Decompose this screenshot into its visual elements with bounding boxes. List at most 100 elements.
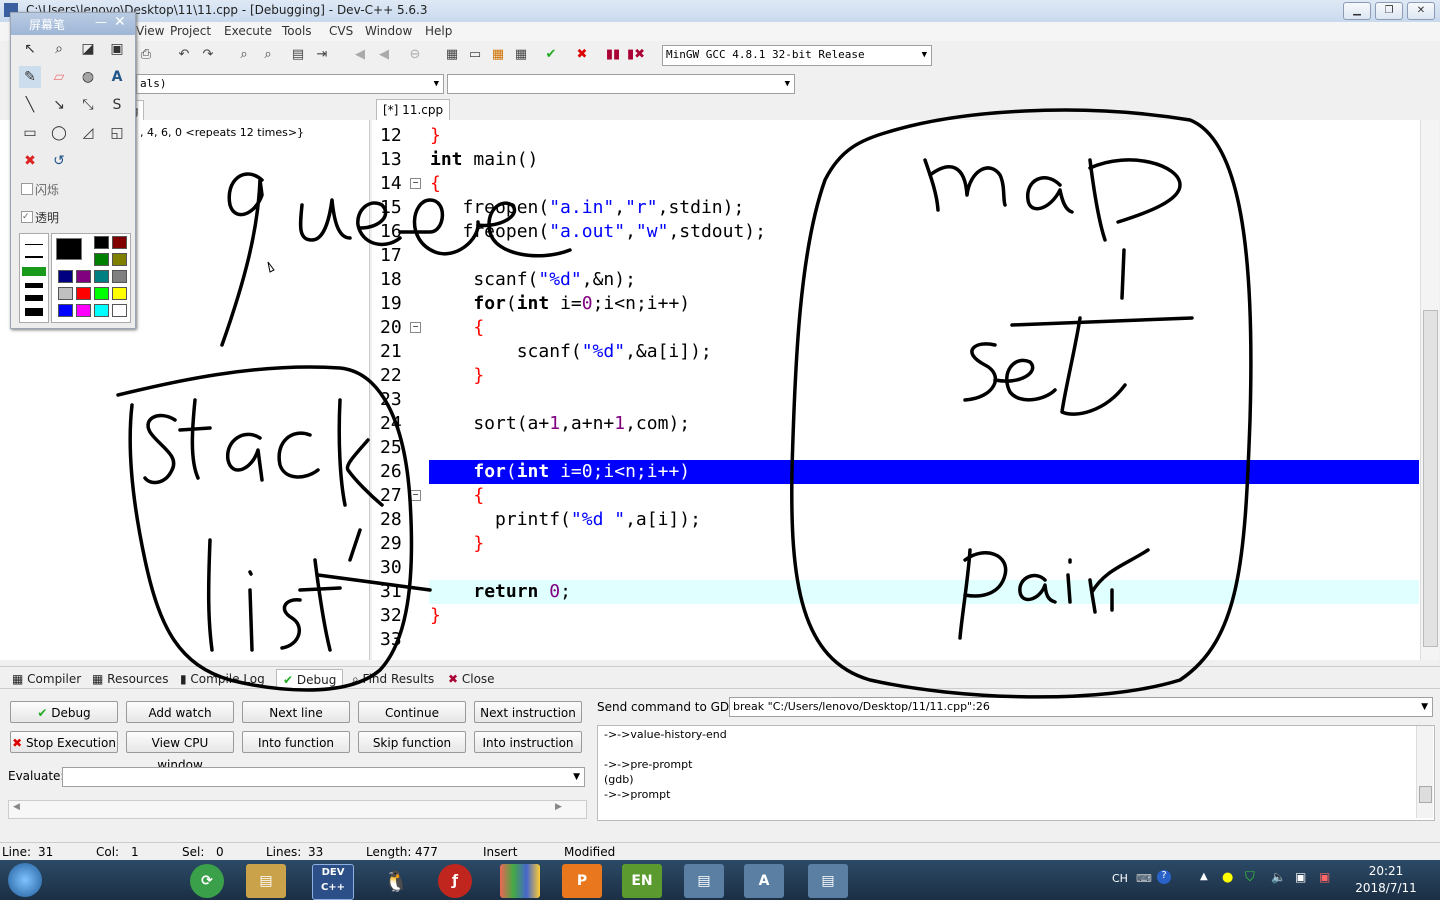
color-swatch[interactable] (58, 304, 73, 317)
qq-app-icon[interactable]: 🐧 (376, 864, 416, 898)
flash-app-icon[interactable]: ƒ (438, 864, 472, 898)
color-swatch[interactable] (94, 287, 109, 300)
color-swatch[interactable] (112, 236, 127, 249)
undo-draw-icon[interactable]: ↺ (48, 150, 70, 172)
color-picker[interactable] (51, 233, 131, 323)
color-swatch[interactable] (112, 270, 127, 283)
undo-icon[interactable]: ↶ (174, 45, 194, 65)
menu-window[interactable]: Window (365, 24, 412, 38)
debug-button[interactable]: ✔ Debug (10, 701, 118, 723)
office-app-icon[interactable] (500, 864, 540, 898)
close-window-button[interactable]: ✕ (1407, 2, 1435, 20)
grid-icon[interactable]: ▦ (511, 45, 531, 65)
goto-icon[interactable]: ⇥ (312, 45, 332, 65)
tray-expand-icon[interactable]: ▲ (1200, 871, 1208, 882)
evaluate-scrollbar[interactable]: ◀ ▶ (8, 800, 587, 819)
network-icon[interactable]: ▣ (1295, 870, 1306, 884)
profile-icon[interactable]: ▮▮ (603, 45, 623, 65)
new-project-icon[interactable]: ▦ (442, 45, 462, 65)
member-select[interactable]: ▼ (447, 74, 795, 94)
color-swatch[interactable] (112, 287, 127, 300)
shape-tool-icon[interactable]: ◱ (106, 122, 128, 144)
clock-date[interactable]: 2018/7/11 (1342, 881, 1430, 895)
delete-profile-icon[interactable]: ▮✖ (626, 45, 646, 65)
view-cpu-window-button[interactable]: View CPU window (126, 731, 234, 772)
into-function-button[interactable]: Into function (242, 731, 350, 753)
tab-file[interactable]: [*] 11.cpp (376, 99, 451, 121)
explorer-app-icon[interactable]: ▤ (246, 864, 286, 898)
text-tool-icon[interactable]: A (106, 66, 128, 88)
color-swatch[interactable] (76, 270, 91, 283)
input-language[interactable]: CH (1112, 872, 1128, 885)
fold-marker-icon[interactable]: − (410, 178, 421, 189)
print-icon[interactable]: ⎙ (136, 45, 156, 65)
volume-icon[interactable]: 🔈 (1271, 870, 1286, 884)
color-swatch[interactable] (76, 287, 91, 300)
menu-project[interactable]: Project (170, 24, 211, 38)
toggle-comment-icon[interactable]: ⊖ (405, 45, 425, 65)
close-icon[interactable]: ✕ (114, 14, 126, 30)
menu-cvs[interactable]: CVS (329, 24, 353, 38)
rectangle-tool-icon[interactable]: ▭ (19, 122, 41, 144)
color-swatch[interactable] (112, 253, 127, 266)
fold-marker-icon[interactable]: − (410, 490, 421, 501)
indent-right-icon[interactable]: ◀ (374, 45, 394, 65)
curve-tool-icon[interactable]: S (106, 94, 128, 116)
minimize-icon[interactable]: — (95, 15, 107, 29)
text-app-icon[interactable]: A (744, 864, 784, 898)
powerpoint-app-icon[interactable]: P (562, 864, 602, 898)
start-button[interactable] (8, 863, 42, 897)
ellipse-tool-icon[interactable]: ◯ (48, 122, 70, 144)
arrow-tool-icon[interactable]: ↘ (48, 94, 70, 116)
gdb-output[interactable]: ->->value-history-end ->->pre-prompt (gd… (597, 725, 1435, 821)
menu-view[interactable]: View (136, 24, 164, 38)
into-instruction-button[interactable]: Into instruction (474, 731, 582, 753)
clear-icon[interactable]: ✖ (19, 150, 41, 172)
goto-line-icon[interactable]: ▤ (288, 45, 308, 65)
menu-help[interactable]: Help (425, 24, 452, 38)
check-syntax-icon[interactable]: ✔ (541, 45, 561, 65)
transparent-checkbox[interactable]: ✓ (21, 211, 33, 223)
power-icon[interactable]: ▣ (1319, 870, 1330, 884)
add-watch-button[interactable]: Add watch (126, 701, 234, 723)
blink-checkbox[interactable] (21, 183, 33, 195)
color-swatch[interactable] (58, 287, 73, 300)
color-swatch[interactable] (58, 270, 73, 283)
menu-execute[interactable]: Execute (224, 24, 272, 38)
color-swatch[interactable] (112, 304, 127, 317)
gdb-command-input[interactable]: break "C:/Users/lenovo/Desktop/11/11.cpp… (729, 697, 1433, 717)
output-scrollbar[interactable] (1416, 726, 1433, 818)
continue-button[interactable]: Continue (358, 701, 466, 723)
scroll-thumb[interactable] (1419, 786, 1432, 803)
menu-tools[interactable]: Tools (282, 24, 312, 38)
double-arrow-tool-icon[interactable]: ⤡ (77, 94, 99, 116)
pen-icon[interactable]: ✎ (19, 66, 41, 88)
class-select[interactable]: als) ▼ (136, 74, 444, 94)
fill-icon[interactable]: ◍ (77, 66, 99, 88)
editor-scrollbar[interactable] (1420, 120, 1439, 660)
zoom-icon[interactable]: ⌕ (48, 38, 70, 60)
line-tool-icon[interactable]: ╲ (19, 94, 41, 116)
indent-left-icon[interactable]: ◀ (350, 45, 370, 65)
color-swatch[interactable] (94, 304, 109, 317)
window-icon[interactable]: ▭ (465, 45, 485, 65)
devcpp-app-icon[interactable]: DEV C++ (312, 864, 354, 900)
redo-icon[interactable]: ↷ (198, 45, 218, 65)
fold-marker-icon[interactable]: − (410, 322, 421, 333)
tab-resources[interactable]: ▦ Resources (86, 669, 174, 689)
class-browser-icon[interactable]: ▦ (488, 45, 508, 65)
tab-compiler[interactable]: ▦ Compiler (6, 669, 87, 689)
color-swatch[interactable] (94, 253, 109, 266)
next-instruction-button[interactable]: Next instruction (474, 701, 582, 723)
scroll-right-icon[interactable]: ▶ (555, 802, 562, 812)
stop-icon[interactable]: ✖ (572, 45, 592, 65)
clock-time[interactable]: 20:21 (1350, 864, 1422, 878)
scroll-thumb[interactable] (1423, 310, 1438, 647)
tab-find-results[interactable]: ⌕ Find Results (346, 669, 440, 689)
compiler-select[interactable]: MinGW GCC 4.8.1 32-bit Release ▼ (662, 45, 932, 66)
find-icon[interactable]: ⌕ (234, 45, 254, 65)
pointer-icon[interactable]: ↖ (19, 38, 41, 60)
minimize-button[interactable]: ▁ (1343, 2, 1371, 20)
scroll-left-icon[interactable]: ◀ (13, 802, 20, 812)
tab-debug[interactable]: ✔ Debug (276, 669, 344, 690)
